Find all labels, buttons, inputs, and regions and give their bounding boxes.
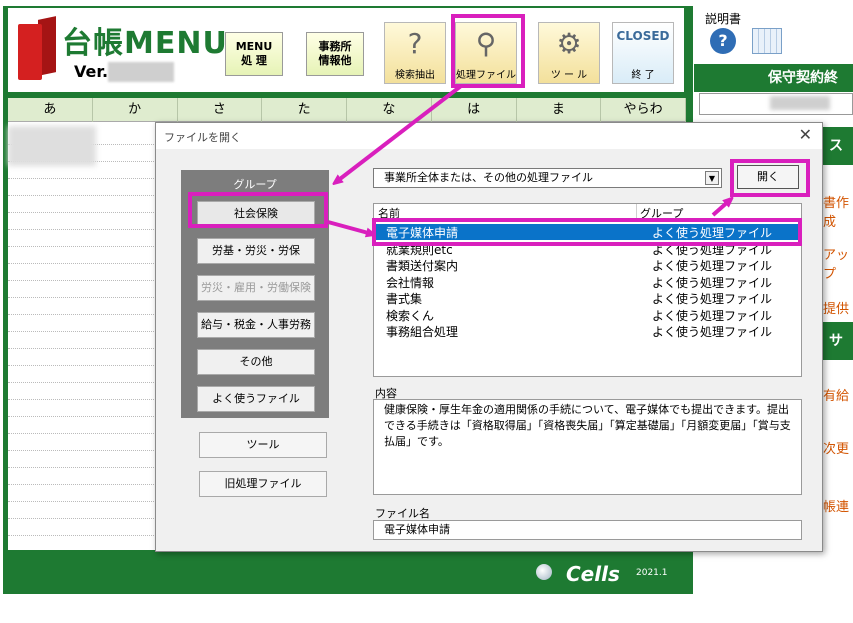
content-description: 健康保険・厚生年金の適用関係の手続について、電子媒体でも提出できます。提出できる…: [373, 399, 802, 495]
list-divider: [8, 467, 158, 468]
close-icon[interactable]: ✕: [799, 125, 812, 144]
search-extract-button[interactable]: ? 検索抽出: [384, 22, 446, 84]
highlight-open-button: [730, 159, 810, 197]
right-panel-link[interactable]: 次更: [823, 438, 849, 457]
file-group-cell: よく使う処理ファイル: [652, 275, 773, 290]
brand-version: 2021.1: [636, 568, 668, 578]
file-name-cell: 書類送付案内: [386, 259, 459, 273]
closed-sign-label: CLOSED: [616, 29, 670, 43]
tools-side-button[interactable]: ツール: [199, 432, 327, 458]
list-divider: [8, 331, 158, 332]
file-group-cell: よく使う処理ファイル: [652, 259, 773, 273]
list-divider: [8, 450, 158, 451]
file-list-row[interactable]: 検索くん よく使う処理ファイル: [374, 307, 801, 323]
list-divider: [8, 280, 158, 281]
group-button: 労災・雇用・労働保険: [197, 275, 315, 301]
file-name-cell: 事務組合処理: [386, 325, 459, 339]
open-file-dialog: ファイルを開く ✕ グループ 社会保険 労基・労災・労保 労災・雇用・労働保険 給与・…: [155, 122, 823, 552]
kana-tab[interactable]: ま: [517, 98, 602, 122]
file-name-cell: 検索くん: [386, 308, 435, 323]
magnifier-icon: ?: [407, 27, 423, 60]
file-group-cell: よく使う処理ファイル: [652, 292, 773, 306]
list-divider: [8, 416, 158, 417]
globe-icon: [536, 564, 552, 580]
file-name-cell: 会社情報: [386, 275, 435, 290]
list-divider: [8, 212, 158, 213]
file-group-cell: よく使う処理ファイル: [652, 308, 773, 323]
file-list-row[interactable]: 事務組合処理 よく使う処理ファイル: [374, 323, 801, 339]
kana-tab[interactable]: か: [93, 98, 178, 122]
group-button[interactable]: 給与・税金・人事労務: [197, 312, 315, 338]
file-name-cell: 書式集: [386, 292, 423, 306]
list-divider: [8, 178, 158, 179]
contract-redacted: [770, 96, 830, 110]
group-title: グループ: [233, 178, 277, 191]
file-group-cell: よく使う処理ファイル: [652, 325, 773, 339]
list-divider: [8, 195, 158, 196]
right-panel-link[interactable]: 帳連: [823, 496, 849, 515]
list-divider: [8, 263, 158, 264]
kana-tab[interactable]: さ: [178, 98, 263, 122]
highlight-selected-file: [372, 218, 802, 246]
dropdown-arrow-icon[interactable]: ▼: [705, 171, 719, 185]
list-divider: [8, 484, 158, 485]
kana-tab[interactable]: あ: [8, 98, 93, 122]
tools-button[interactable]: ⚙ ツ ー ル: [538, 22, 600, 84]
help-icon[interactable]: ?: [710, 28, 736, 54]
group-button[interactable]: 労基・労災・労保: [197, 238, 315, 264]
redacted-record: [8, 126, 96, 166]
dialog-title: ファイルを開く: [164, 131, 241, 144]
list-divider: [8, 348, 158, 349]
list-divider: [8, 365, 158, 366]
kana-tab[interactable]: た: [262, 98, 347, 122]
ledger-logo-icon: [18, 16, 56, 80]
version-redacted: [108, 62, 174, 82]
filename-field[interactable]: 電子媒体申請: [373, 520, 802, 540]
right-panel-link[interactable]: アップ: [823, 244, 853, 282]
list-divider: [8, 382, 158, 383]
list-divider: [8, 501, 158, 502]
list-divider: [8, 399, 158, 400]
calendar-icon[interactable]: [752, 28, 782, 54]
list-divider: [8, 229, 158, 230]
screen: 台帳MENU Ver. MENU 処 理 事務所 情報他 ? 検索抽出 ⚲ 処理…: [0, 0, 853, 623]
filename-label: ファイル名: [375, 507, 430, 520]
app-title: 台帳MENU: [62, 26, 228, 61]
exit-button[interactable]: CLOSED 終 了: [612, 22, 674, 84]
right-panel-link[interactable]: 提供: [823, 298, 849, 317]
tools-icon: ⚙: [556, 27, 582, 60]
kana-tab[interactable]: な: [347, 98, 432, 122]
list-divider: [8, 535, 158, 536]
highlight-process-files: [451, 14, 525, 88]
file-list-row[interactable]: 書類送付案内 よく使う処理ファイル: [374, 257, 801, 273]
right-panel-link[interactable]: 書作成: [823, 192, 853, 230]
exit-label: 終 了: [631, 70, 655, 81]
file-list-row[interactable]: 書式集 よく使う処理ファイル: [374, 290, 801, 306]
list-divider: [8, 297, 158, 298]
tools-label: ツ ー ル: [550, 70, 588, 81]
kana-tab[interactable]: は: [432, 98, 517, 122]
kana-tab-row: あかさたなはまやらわ: [8, 98, 686, 122]
old-files-button[interactable]: 旧処理ファイル: [199, 471, 327, 497]
group-button[interactable]: その他: [197, 349, 315, 375]
list-divider: [8, 518, 158, 519]
right-panel-section-header: サオ: [823, 322, 853, 387]
category-select-value: 事業所全体または、その他の処理ファイル: [384, 171, 593, 184]
list-divider: [8, 314, 158, 315]
list-divider: [8, 433, 158, 434]
right-panel-section-header: ス: [823, 127, 853, 165]
kana-tab[interactable]: やらわ: [601, 98, 686, 122]
category-select[interactable]: 事業所全体または、その他の処理ファイル ▼: [373, 168, 722, 188]
file-list-row[interactable]: 会社情報 よく使う処理ファイル: [374, 274, 801, 290]
list-divider: [8, 246, 158, 247]
menu-button[interactable]: MENU 処 理: [225, 32, 283, 76]
app-version: Ver.: [74, 62, 109, 81]
highlight-social-insurance: [188, 192, 328, 228]
office-info-button[interactable]: 事務所 情報他: [306, 32, 364, 76]
search-extract-label: 検索抽出: [395, 70, 435, 81]
manual-label: 説明書: [705, 12, 742, 26]
brand-logo: Cells: [566, 562, 620, 586]
group-button[interactable]: よく使うファイル: [197, 386, 315, 412]
contract-header: 保守契約終: [694, 64, 853, 92]
